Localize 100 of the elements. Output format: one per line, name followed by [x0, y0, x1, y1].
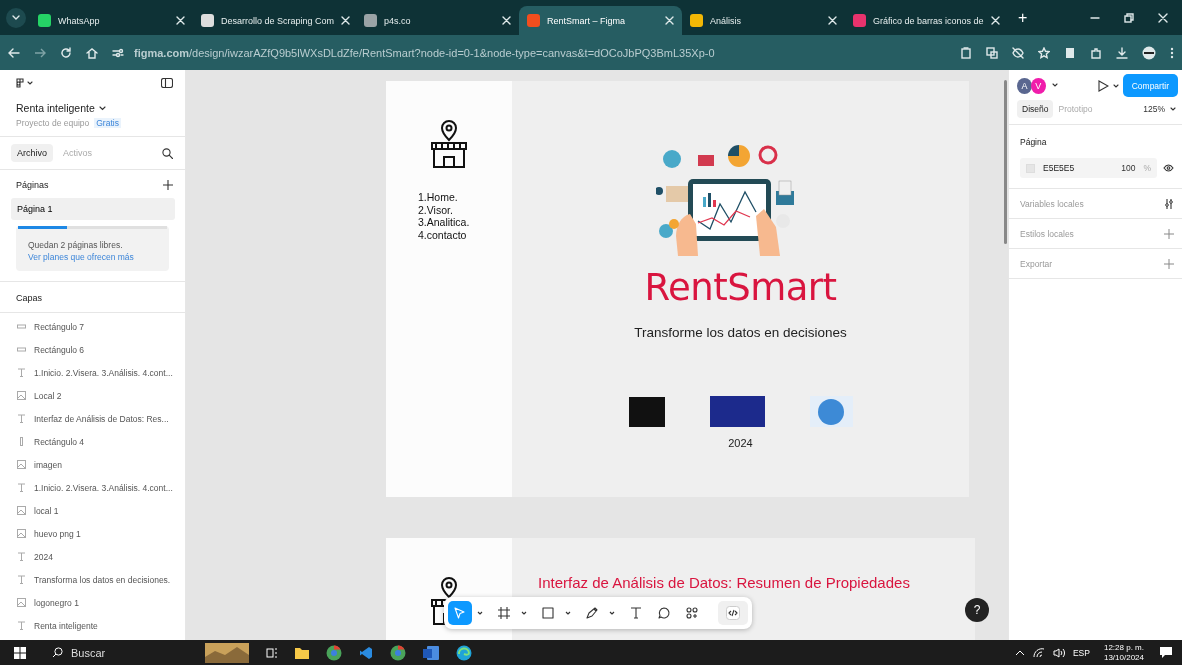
- fill-field[interactable]: E5E5E5 100 %: [1020, 158, 1157, 178]
- browser-tab[interactable]: Desarrollo de Scraping Com: [193, 6, 356, 35]
- browser-tab[interactable]: RentSmart – Figma: [519, 6, 682, 35]
- chevron-down-icon[interactable]: [520, 609, 528, 617]
- translate-icon[interactable]: [986, 46, 998, 59]
- layer-item[interactable]: Renta inteligente: [0, 614, 185, 637]
- landscape-widget-icon[interactable]: [205, 642, 249, 663]
- browser-icon[interactable]: [390, 644, 406, 661]
- layer-item[interactable]: imagen: [0, 453, 185, 476]
- document-icon[interactable]: [1064, 46, 1076, 59]
- layer-item[interactable]: logonegro 1: [0, 591, 185, 614]
- browser-icon[interactable]: [326, 644, 342, 661]
- search-icon[interactable]: [162, 147, 173, 159]
- site-settings-icon[interactable]: [112, 47, 124, 58]
- close-icon[interactable]: [1158, 12, 1168, 23]
- layer-item[interactable]: 2024: [0, 545, 185, 568]
- new-tab-button[interactable]: +: [1008, 8, 1038, 27]
- help-button[interactable]: ?: [965, 598, 989, 622]
- close-icon[interactable]: [341, 16, 351, 25]
- panel-tab[interactable]: Archivo: [11, 144, 53, 162]
- tab-list-button[interactable]: [6, 7, 26, 28]
- add-icon[interactable]: [163, 180, 173, 190]
- browser-tab[interactable]: p4s.co: [356, 6, 519, 35]
- star-icon[interactable]: [1038, 46, 1050, 59]
- close-icon[interactable]: [991, 16, 1000, 25]
- rectangle-icon: [17, 322, 26, 331]
- user-avatar[interactable]: V: [1030, 77, 1046, 94]
- windows-start-icon[interactable]: [14, 646, 26, 659]
- play-icon[interactable]: [1096, 79, 1109, 92]
- notifications-icon[interactable]: [1160, 647, 1172, 658]
- clock-time[interactable]: 12:28 p. m.: [1103, 642, 1144, 653]
- chevron-down-icon[interactable]: [564, 609, 572, 617]
- move-tool-icon: [453, 606, 467, 620]
- image-icon: [17, 391, 26, 400]
- more-icon[interactable]: [1170, 46, 1174, 59]
- frame-tool-icon: [497, 606, 511, 620]
- figma-menu-icon[interactable]: [16, 78, 34, 88]
- user-avatar[interactable]: A: [1017, 77, 1032, 94]
- layer-item[interactable]: 1.Inicio. 2.Visera. 3.Análisis. 4.cont...: [0, 476, 185, 499]
- word-processor-icon[interactable]: [423, 645, 439, 660]
- folder-icon[interactable]: [295, 646, 309, 659]
- layer-item[interactable]: Transforma los datos en decisiones.: [0, 568, 185, 591]
- restore-icon[interactable]: [1124, 12, 1134, 23]
- forward-icon[interactable]: [34, 46, 46, 59]
- layer-item[interactable]: Interfaz de Análisis de Datos: Res...: [0, 407, 185, 430]
- browser-tab[interactable]: Análisis: [682, 6, 845, 35]
- quota-text: Quedan 2 páginas libres.: [27, 239, 124, 251]
- task-view-icon[interactable]: [266, 646, 278, 659]
- section-heading: Exportar: [1020, 258, 1053, 269]
- scrollbar-thumb[interactable]: [1004, 80, 1007, 244]
- url-text[interactable]: figma.com/design/iwzarAZfQ9b5lWXsDLdZfe/RentSmart?node-id=0-1&node-type=canvas&t=dOCoJbPQ3BmL35Xp-0: [134, 46, 715, 59]
- sliders-icon[interactable]: [1164, 198, 1174, 209]
- chevron-down-icon[interactable]: [1170, 106, 1176, 112]
- close-icon[interactable]: [828, 16, 837, 25]
- actions-tool-icon: [685, 606, 699, 620]
- close-icon[interactable]: [176, 16, 185, 25]
- puzzle-icon[interactable]: [1090, 46, 1102, 59]
- reload-icon[interactable]: [60, 46, 72, 59]
- volume-icon[interactable]: [1052, 647, 1065, 658]
- nav-menu-text: 1.Home. 2.Visor. 3.Analitica. 4.contacto: [418, 191, 471, 241]
- browser-tab[interactable]: WhatsApp: [30, 6, 193, 35]
- upgrade-link[interactable]: Ver planes que ofrecen más: [16, 251, 169, 263]
- project-name: Proyecto de equipo: [16, 118, 90, 128]
- section-heading: Estilos locales: [1020, 228, 1074, 239]
- close-icon[interactable]: [502, 16, 511, 25]
- text-icon: [17, 483, 26, 492]
- network-icon[interactable]: [1032, 647, 1045, 658]
- search-icon: [52, 647, 63, 658]
- chevron-down-icon[interactable]: [608, 609, 616, 617]
- profile-avatar-icon[interactable]: [1142, 45, 1156, 60]
- layer-item[interactable]: 1.Inicio. 2.Visera. 3.Análisis. 4.cont...: [0, 361, 185, 384]
- layer-item[interactable]: huevo png 1: [0, 522, 185, 545]
- edge-browser-icon[interactable]: [456, 644, 472, 661]
- layer-item[interactable]: local 1: [0, 499, 185, 522]
- layer-item[interactable]: Local 2: [0, 384, 185, 407]
- chevron-down-icon[interactable]: [98, 105, 106, 111]
- zoom-level[interactable]: 125%: [1143, 104, 1165, 114]
- page-item[interactable]: Página 1: [11, 198, 175, 220]
- eye-icon[interactable]: [1163, 164, 1174, 172]
- back-icon[interactable]: [8, 46, 20, 59]
- sidebar-toggle-icon[interactable]: [161, 78, 173, 88]
- layer-item[interactable]: Rectángulo 4: [0, 430, 185, 453]
- code-editor-icon[interactable]: [359, 645, 373, 660]
- panel-tab[interactable]: Diseño: [1017, 100, 1054, 118]
- chevron-down-icon[interactable]: [476, 609, 484, 617]
- download-icon[interactable]: [1116, 46, 1128, 59]
- eye-slash-icon[interactable]: [1012, 46, 1024, 59]
- clock-date[interactable]: 13/10/2024: [1103, 652, 1144, 663]
- chevron-down-icon[interactable]: [1112, 82, 1119, 89]
- close-icon[interactable]: [665, 16, 674, 25]
- language-indicator[interactable]: ESP: [1072, 647, 1090, 658]
- logo-placeholder: [628, 396, 665, 427]
- browser-tab[interactable]: Gráfico de barras iconos de: [845, 6, 1008, 35]
- home-icon[interactable]: [86, 46, 98, 59]
- layer-item[interactable]: Rectángulo 6: [0, 338, 185, 361]
- fill-hex-value: E5E5E5: [1043, 163, 1075, 173]
- layer-item[interactable]: Rectángulo 7: [0, 315, 185, 338]
- clipboard-icon[interactable]: [960, 46, 972, 59]
- file-name[interactable]: Renta inteligente: [16, 102, 95, 114]
- chevron-up-icon[interactable]: [1014, 649, 1025, 656]
